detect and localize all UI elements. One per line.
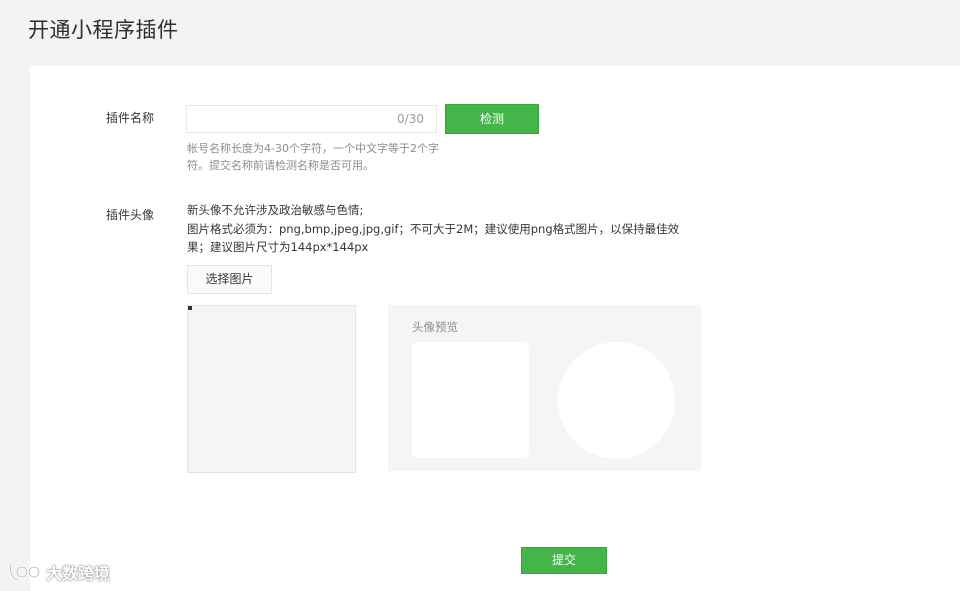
avatar-preview: 头像预览	[388, 305, 701, 471]
char-counter: 0/30	[397, 112, 424, 126]
plugin-avatar-label: 插件头像	[106, 208, 155, 222]
avatar-requirement-line: 果；建议图片尺寸为144px*144px	[187, 240, 369, 254]
name-hint: 帐号名称长度为4-30个字符，一个中文字等于2个字符。提交名称前请检测名称是否可…	[187, 142, 439, 172]
preview-circle-avatar	[558, 342, 675, 459]
avatar-requirement-line: 新头像不允许涉及政治敏感与色情;	[187, 203, 364, 217]
preview-square-avatar	[412, 342, 529, 458]
choose-image-button[interactable]: 选择图片	[187, 265, 272, 294]
watermark-logo-icon	[9, 564, 41, 582]
page-title: 开通小程序插件	[28, 18, 179, 42]
plugin-name-label: 插件名称	[106, 111, 155, 125]
submit-button[interactable]: 提交	[521, 547, 607, 574]
image-crop-area[interactable]	[187, 305, 356, 473]
check-name-button[interactable]: 检测	[445, 104, 539, 134]
crop-handle[interactable]	[188, 306, 192, 310]
plugin-name-field[interactable]: 0/30	[186, 105, 437, 133]
watermark: 大数跨境	[8, 560, 110, 584]
preview-title: 头像预览	[412, 320, 458, 334]
watermark-text: 大数跨境	[46, 564, 111, 583]
avatar-requirement-line: 图片格式必须为：png,bmp,jpeg,jpg,gif；不可大于2M；建议使用…	[187, 222, 680, 236]
plugin-name-input[interactable]	[187, 106, 403, 132]
